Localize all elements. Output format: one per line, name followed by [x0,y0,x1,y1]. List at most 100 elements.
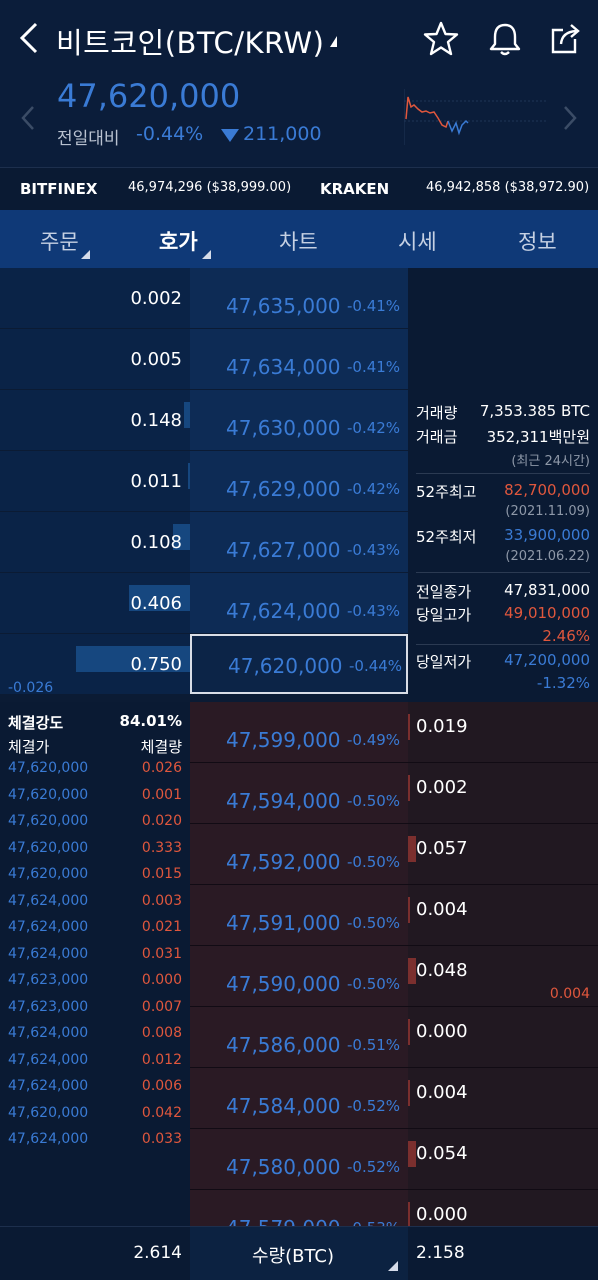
ask-qty-cell: 0.011 [0,451,190,511]
bid-qty: 0.000 [416,1021,468,1042]
bid-price-cell[interactable]: 47,580,000 -0.52% [190,1129,408,1189]
bid-qty: 0.004 [416,899,468,920]
back-arrow-icon[interactable] [14,18,44,58]
trade-qty: 0.026 [141,760,182,776]
tab-orderbook-caret-icon [202,250,211,259]
trade-row: 47,620,000 0.001 [0,787,190,813]
bid-depth-bar [408,1080,410,1106]
ask-row[interactable]: 0.108 47,627,000 -0.43% [0,512,408,572]
tab-market[interactable]: 시세 [398,226,437,256]
ask-price: 47,620,000 [228,654,343,678]
bid-price-cell[interactable]: 47,591,000 -0.50% [190,885,408,945]
bid-extra-qty: 0.004 [549,986,590,1002]
bid-qty: 0.057 [416,838,468,859]
ask-qty: 0.406 [130,593,182,614]
tab-orderbook[interactable]: 호가 [159,226,198,256]
ask-price-cell[interactable]: 47,634,000 -0.41% [190,329,408,389]
bell-icon[interactable] [486,20,524,58]
bid-price: 47,590,000 [226,972,341,996]
recent-trades-panel: 체결강도 84.01% 체결가 체결량 47,620,000 0.026 47,62… [0,702,190,1226]
ask-price-cell[interactable]: 47,629,000 -0.42% [190,451,408,511]
bid-price: 47,599,000 [226,728,341,752]
bid-change-percent: -0.50% [347,853,401,871]
trade-strength-label: 체결강도 [8,714,64,732]
ask-change-percent: -0.42% [347,419,401,437]
bid-qty-cell: 0.057 [408,824,598,884]
mini-price-chart[interactable] [404,87,546,145]
current-price-cell[interactable]: 47,620,000 -0.44% [190,634,408,694]
ask-change-percent: -0.43% [347,602,401,620]
trade-qty-header: 체결량 [140,738,182,756]
ask-qty: 0.002 [130,288,182,309]
ask-row[interactable]: 0.011 47,629,000 -0.42% [0,451,408,511]
ask-price-cell[interactable]: 47,635,000 -0.41% [190,268,408,328]
bid-price-cell[interactable]: 47,586,000 -0.51% [190,1007,408,1067]
trade-qty: 0.012 [141,1051,182,1068]
bid-row[interactable]: 47,594,000 -0.50% 0.002 [190,763,598,824]
high52-value: 82,700,000 [504,481,590,499]
bid-row[interactable]: 47,584,000 -0.52% 0.004 [190,1068,598,1129]
bid-qty: 0.054 [416,1143,468,1164]
bid-change-percent: -0.50% [347,975,401,993]
trade-row: 47,624,000 0.033 [0,1131,190,1157]
chevron-left-icon[interactable] [18,103,38,133]
star-icon[interactable] [422,20,460,58]
quantity-unit-selector[interactable]: 수량(BTC) [190,1227,408,1280]
title-dropdown-caret-icon[interactable] [330,36,337,47]
prev-close-label: 전일종가 [416,583,472,601]
ask-price-cell[interactable]: 47,630,000 -0.42% [190,390,408,450]
volume-label: 거래량 [416,404,458,422]
ask-row[interactable]: 0.148 47,630,000 -0.42% [0,390,408,450]
trade-price: 47,620,000 [8,786,89,803]
bid-row[interactable]: 47,591,000 -0.50% 0.004 [190,885,598,946]
ask-qty: 0.005 [130,349,182,370]
coin-title[interactable]: 비트코인(BTC/KRW) [56,20,324,62]
bid-price-cell[interactable]: 47,590,000 -0.50% [190,946,408,1006]
bid-depth-bar [408,1141,416,1167]
bid-price-cell[interactable]: 47,594,000 -0.50% [190,763,408,823]
bid-depth-bar [408,897,410,923]
bid-qty-cell: 0.004 [408,885,598,945]
day-high-label: 당일고가 [416,606,472,624]
bid-row[interactable]: 47,592,000 -0.50% 0.057 [190,824,598,885]
ask-qty: 0.011 [130,471,182,492]
ask-price-cell[interactable]: 47,627,000 -0.43% [190,512,408,572]
trade-row: 47,624,000 0.003 [0,893,190,919]
share-icon[interactable] [548,20,586,58]
ask-row[interactable]: 0.406 47,624,000 -0.43% [0,573,408,633]
quantity-unit-label: 수량(BTC) [252,1246,335,1267]
ask-price-cell[interactable]: 47,624,000 -0.43% [190,573,408,633]
trade-qty: 0.000 [141,972,182,988]
low52-label: 52주최저 [416,528,477,546]
chevron-right-icon[interactable] [560,103,580,133]
trade-row: 47,624,000 0.008 [0,1025,190,1051]
bid-depth-bar [408,1019,410,1045]
tab-chart[interactable]: 차트 [279,226,318,256]
change-amount: 211,000 [243,123,322,145]
bid-price-cell[interactable]: 47,592,000 -0.50% [190,824,408,884]
bid-row[interactable]: 47,580,000 -0.52% 0.054 [190,1129,598,1190]
bid-row[interactable]: 47,599,000 -0.49% 0.019 [190,702,598,763]
tab-order[interactable]: 주문 [40,226,79,256]
divider [416,572,590,573]
day-low-percent: -1.32% [536,674,590,692]
ask-change-percent: -0.41% [347,297,401,315]
volume-value: 7,353.385 BTC [479,402,590,420]
ask-row[interactable]: 0.005 47,634,000 -0.41% [0,329,408,389]
bid-price-cell[interactable]: 47,584,000 -0.52% [190,1068,408,1128]
bid-row[interactable]: 47,590,000 -0.50% 0.048 0.004 [190,946,598,1007]
ask-price: 47,624,000 [226,599,341,623]
trade-price: 47,620,000 [8,760,89,776]
ask-row[interactable]: 0.750 47,620,000 -0.44% [0,634,408,694]
ask-price: 47,629,000 [226,477,341,501]
bid-row[interactable]: 47,586,000 -0.51% 0.000 [190,1007,598,1068]
trade-price: 47,624,000 [8,1078,89,1094]
ask-qty-cell: 0.148 [0,390,190,450]
bid-qty: 0.019 [416,716,468,737]
bid-price: 47,591,000 [226,911,341,935]
bid-change-percent: -0.49% [347,731,401,749]
tab-info[interactable]: 정보 [518,226,557,256]
bid-price-cell[interactable]: 47,599,000 -0.49% [190,702,408,762]
bid-qty-cell: 0.048 0.004 [408,946,598,1006]
ask-row[interactable]: 0.002 47,635,000 -0.41% [0,268,408,328]
